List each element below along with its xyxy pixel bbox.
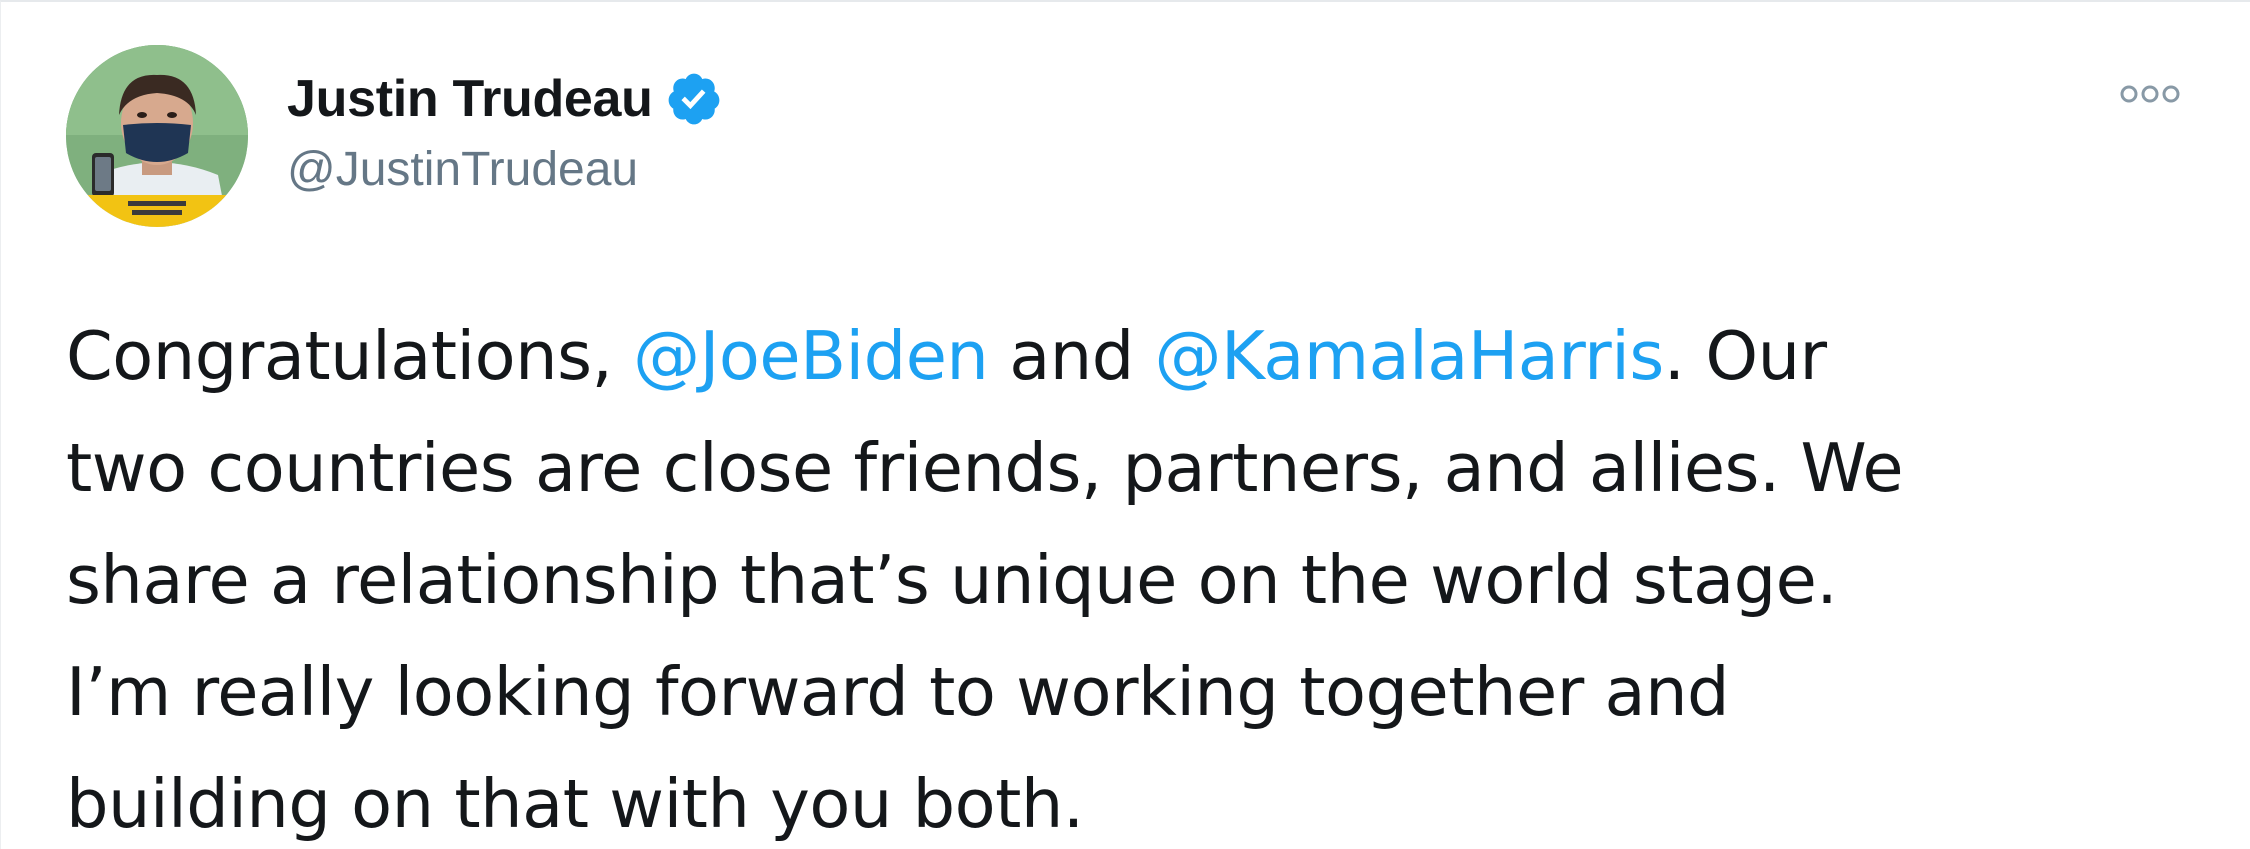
tweet-text-segment: . Our xyxy=(1663,317,1827,395)
avatar-image xyxy=(66,45,248,227)
author-display-name[interactable]: Justin Trudeau xyxy=(287,69,653,129)
tweet-text-segment: I’m really looking forward to working to… xyxy=(66,653,1730,731)
mention-link[interactable]: @KamalaHarris xyxy=(1155,317,1665,395)
tweet-text-line: share a relationship that’s unique on th… xyxy=(66,524,2216,636)
tweet-text-line: building on that with you both. xyxy=(66,748,2216,849)
verified-badge-icon xyxy=(665,70,723,128)
tweet-text-segment: building on that with you both. xyxy=(66,765,1084,843)
more-options-button[interactable] xyxy=(2110,74,2190,114)
tweet-text-segment: and xyxy=(988,317,1155,395)
tweet-text-segment: two countries are close friends, partner… xyxy=(66,429,1904,507)
mention-link[interactable]: @JoeBiden xyxy=(633,317,989,395)
tweet-text-segment: Congratulations, xyxy=(66,317,634,395)
tweet-text: Congratulations, @JoeBiden and @KamalaHa… xyxy=(66,300,2216,849)
tweet-text-line: I’m really looking forward to working to… xyxy=(66,636,2216,748)
author-handle[interactable]: @JustinTrudeau xyxy=(287,142,638,197)
avatar[interactable] xyxy=(66,45,248,227)
tweet-text-line: two countries are close friends, partner… xyxy=(66,412,2216,524)
tweet-card: Justin Trudeau @JustinTrudeau Congratula… xyxy=(0,0,2250,849)
more-options-icon xyxy=(2120,85,2180,103)
tweet-text-line: Congratulations, @JoeBiden and @KamalaHa… xyxy=(66,300,2216,412)
author-name-row: Justin Trudeau xyxy=(287,64,723,134)
tweet-text-segment: share a relationship that’s unique on th… xyxy=(66,541,1838,619)
